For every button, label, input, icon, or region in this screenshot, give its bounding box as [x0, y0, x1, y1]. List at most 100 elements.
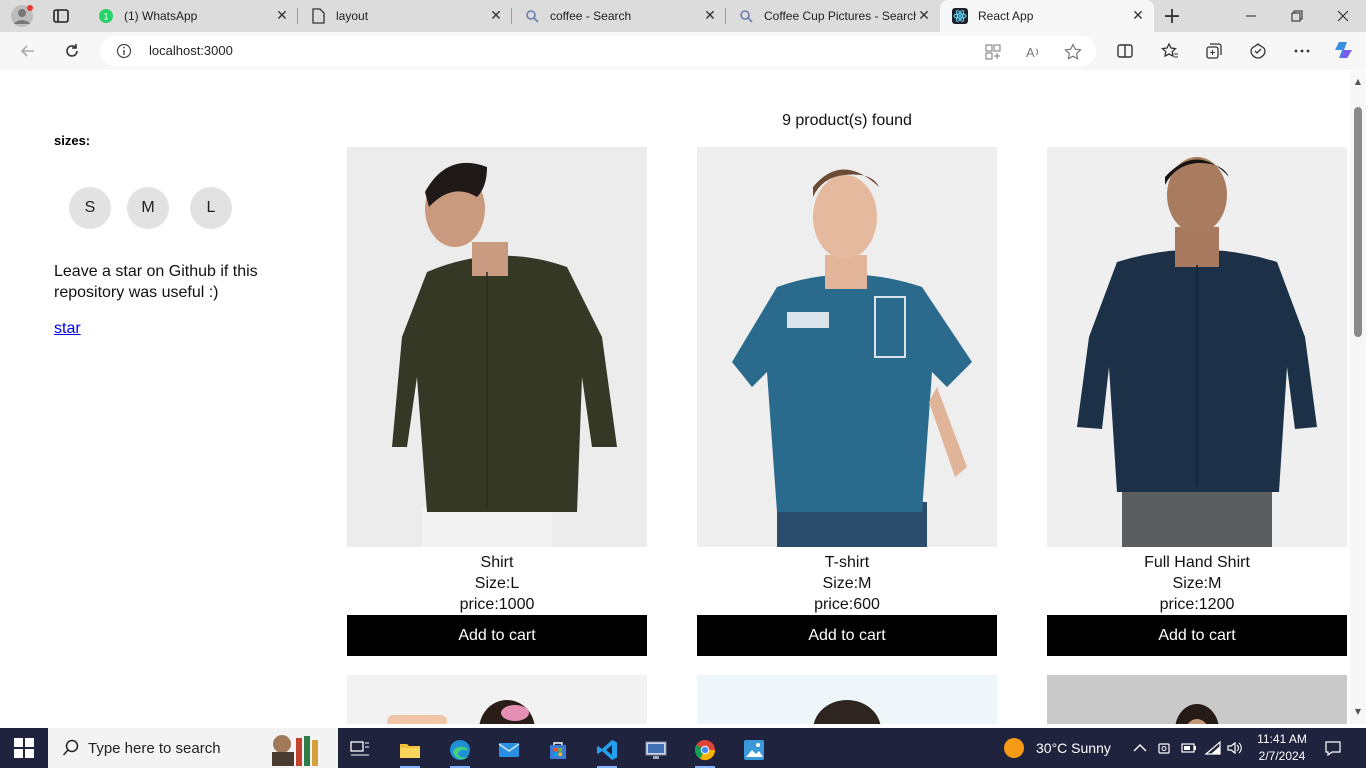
search-icon	[524, 8, 540, 24]
clock-time: 11:41 AM	[1257, 732, 1307, 746]
size-filter-s[interactable]: S	[69, 187, 111, 229]
add-to-cart-button[interactable]: Add to cart	[347, 615, 647, 656]
sizes-label: sizes:	[54, 133, 91, 148]
size-filter-m[interactable]: M	[127, 187, 169, 229]
sunny-weather-icon	[1004, 738, 1024, 758]
product-name: Full Hand Shirt	[1144, 554, 1250, 571]
vscode-icon[interactable]	[587, 732, 627, 768]
apps-icon[interactable]	[984, 43, 1002, 61]
close-tab-icon[interactable]: ✕	[702, 8, 718, 24]
edge-browser-icon[interactable]	[440, 732, 480, 768]
product-image-shirt[interactable]	[347, 147, 647, 547]
notifications-icon[interactable]	[1324, 739, 1342, 757]
windows-start-icon[interactable]	[14, 738, 34, 758]
tab-title: layout	[336, 9, 369, 23]
weather-widget[interactable]: 30°C Sunny	[1004, 728, 1111, 768]
products-found-count: 9 product(s) found	[782, 112, 912, 129]
product-image-partial[interactable]	[697, 675, 997, 724]
read-aloud-icon[interactable]: A	[1024, 43, 1042, 61]
tab-strip: 1 (1) WhatsApp ✕ layout ✕ coffee - Searc…	[0, 0, 1366, 32]
microsoft-store-icon[interactable]	[538, 732, 578, 768]
refresh-icon[interactable]	[60, 39, 84, 63]
system-clock[interactable]: 11:41 AM 2/7/2024	[1254, 731, 1310, 765]
page-icon	[310, 8, 326, 24]
star-link[interactable]: star	[54, 320, 81, 338]
search-icon	[738, 8, 754, 24]
url-text[interactable]: localhost:3000	[149, 43, 233, 58]
wifi-icon[interactable]	[1204, 739, 1222, 757]
minimize-icon[interactable]	[1228, 0, 1274, 32]
product-size: Size:L	[474, 575, 520, 592]
github-promo-text: Leave a star on Github if this repositor…	[54, 263, 258, 301]
svg-text:1: 1	[103, 12, 108, 22]
close-window-icon[interactable]	[1320, 0, 1366, 32]
product-price: price:1200	[1159, 596, 1235, 613]
back-icon[interactable]	[16, 39, 40, 63]
taskbar-search-box[interactable]: Type here to search	[48, 728, 338, 768]
favorites-icon[interactable]	[1160, 41, 1180, 61]
search-icon	[62, 739, 80, 761]
favorite-star-icon[interactable]	[1064, 43, 1082, 61]
task-view-icon[interactable]	[340, 732, 380, 768]
copilot-icon[interactable]	[1332, 38, 1356, 62]
product-image-full-hand-shirt[interactable]	[1047, 147, 1347, 547]
tab-actions-icon[interactable]	[50, 5, 72, 27]
more-options-icon[interactable]	[1292, 41, 1312, 61]
site-info-icon[interactable]	[116, 43, 132, 63]
tab-whatsapp[interactable]: 1 (1) WhatsApp ✕	[86, 0, 298, 32]
close-tab-icon[interactable]: ✕	[1130, 8, 1146, 24]
photos-icon[interactable]	[734, 732, 774, 768]
add-to-cart-button[interactable]: Add to cart	[1047, 615, 1347, 656]
svg-text:A: A	[1026, 45, 1035, 60]
page-viewport: sizes: S M L Leave a star on Github if t…	[4, 71, 1350, 724]
product-name: T-shirt	[824, 554, 870, 571]
address-bar[interactable]: localhost:3000 A	[100, 36, 1096, 66]
restore-icon[interactable]	[1274, 0, 1320, 32]
page-scrollbar[interactable]: ▲ ▼	[1350, 71, 1366, 724]
tab-layout[interactable]: layout ✕	[298, 0, 512, 32]
product-name: Shirt	[480, 554, 514, 571]
tab-title: Coffee Cup Pictures - Search	[764, 9, 916, 23]
meet-now-icon[interactable]	[1156, 739, 1174, 757]
split-screen-icon[interactable]	[1115, 41, 1135, 61]
react-icon	[952, 8, 968, 24]
product-price: price:1000	[459, 596, 535, 613]
show-hidden-icons-chevron-icon[interactable]	[1131, 739, 1149, 757]
chrome-icon[interactable]	[685, 732, 725, 768]
browser-essentials-icon[interactable]	[1248, 41, 1268, 61]
product-card: Shirt Size:L price:1000 Add to cart	[347, 147, 647, 656]
product-image-partial[interactable]	[347, 675, 647, 724]
whatsapp-icon: 1	[98, 8, 114, 24]
battery-icon[interactable]	[1180, 739, 1198, 757]
size-filter-l[interactable]: L	[190, 187, 232, 229]
close-tab-icon[interactable]: ✕	[274, 8, 290, 24]
scroll-thumb[interactable]	[1354, 107, 1362, 337]
add-to-cart-button[interactable]: Add to cart	[697, 615, 997, 656]
product-price: price:600	[814, 596, 880, 613]
mail-icon[interactable]	[489, 732, 529, 768]
weather-text: 30°C Sunny	[1036, 740, 1111, 756]
profile-avatar-icon[interactable]	[10, 4, 34, 28]
browser-toolbar: localhost:3000 A	[0, 32, 1366, 70]
tab-title: React App	[978, 9, 1034, 23]
scroll-down-icon[interactable]: ▼	[1353, 707, 1363, 717]
tab-coffee-cup-pictures[interactable]: Coffee Cup Pictures - Search ✕	[726, 0, 940, 32]
product-size: Size:M	[1172, 575, 1222, 592]
collections-icon[interactable]	[1204, 41, 1224, 61]
remote-desktop-icon[interactable]	[636, 732, 676, 768]
product-image-partial[interactable]	[1047, 675, 1347, 724]
search-highlight-icon	[262, 730, 322, 768]
new-tab-icon[interactable]: +	[1160, 4, 1184, 29]
tab-title: coffee - Search	[550, 9, 632, 23]
search-placeholder: Type here to search	[88, 739, 221, 757]
close-tab-icon[interactable]: ✕	[916, 8, 932, 24]
close-tab-icon[interactable]: ✕	[488, 8, 504, 24]
volume-icon[interactable]	[1226, 739, 1244, 757]
tab-coffee-search[interactable]: coffee - Search ✕	[512, 0, 726, 32]
tab-react-app[interactable]: React App ✕	[940, 0, 1154, 32]
product-image-tshirt[interactable]	[697, 147, 997, 547]
product-card: Full Hand Shirt Size:M price:1200 Add to…	[1047, 147, 1347, 656]
product-size: Size:M	[822, 575, 872, 592]
scroll-up-icon[interactable]: ▲	[1353, 77, 1363, 87]
file-explorer-icon[interactable]	[390, 732, 430, 768]
